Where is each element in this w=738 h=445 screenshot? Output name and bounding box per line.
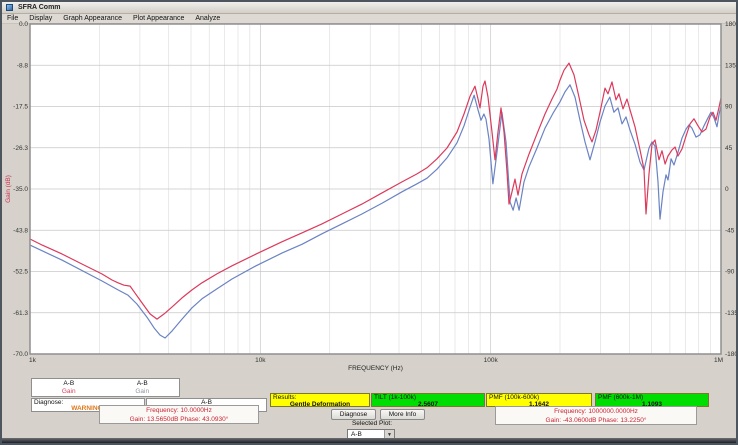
x-tick-label: 1M: [714, 357, 723, 364]
tilt-box: TILT (1k-100k) 2.5607: [371, 393, 485, 407]
y-left-tick-label: -26.3: [13, 145, 28, 152]
tilt-value: 2.5607: [372, 401, 484, 408]
y-left-tick-label: -61.3: [13, 310, 28, 317]
pmf-high-label: PMF (600k-1M): [598, 394, 643, 401]
legend-trace-label: Gain: [62, 388, 76, 396]
legend-plot-name: A-B: [63, 380, 74, 388]
app-window: SFRA Comm File Display Graph Appearance …: [0, 0, 738, 445]
legend-plot-name: A-B: [137, 380, 148, 388]
y-right-tick-label: 90: [725, 104, 733, 111]
pmf-low-box: PMF (100k-600k) 1.1642: [486, 393, 592, 407]
y-left-tick-label: -8.8: [17, 62, 29, 69]
x-tick-label: 10k: [255, 357, 266, 364]
window-bottom-border: [2, 438, 736, 443]
y-right-tick-label: 180: [725, 21, 736, 28]
more-info-button[interactable]: More Info: [380, 409, 425, 420]
results-value: Gentle Deformation: [271, 401, 369, 408]
y-right-tick-label: -45: [725, 227, 735, 234]
legend-box: A-B Gain A-B Gain: [31, 378, 180, 397]
selected-plot-value: A-B: [348, 431, 384, 438]
y-right-tick-label: 45: [725, 145, 733, 152]
x-tick-label: 1k: [29, 357, 37, 364]
cursor-frequency: Frequency: 1000000.0000Hz: [496, 407, 696, 416]
y-right-tick-label: -180: [725, 351, 738, 358]
cursor-readout-right: Frequency: 1000000.0000Hz Gain: -43.0600…: [495, 406, 697, 425]
cursor-readout-left: Frequency: 10.0000Hz Gain: 13.5650dB Pha…: [99, 405, 259, 424]
pmf-high-box: PMF (600k-1M) 1.1093: [595, 393, 709, 407]
legend-trace-label: Gain: [135, 388, 149, 396]
y-left-tick-label: 0.0: [19, 21, 28, 28]
y-left-tick-label: -70.0: [13, 351, 28, 358]
y-left-tick-label: -17.5: [13, 104, 28, 111]
y-right-tick-label: 0: [725, 186, 729, 193]
tilt-label: TILT (1k-100k): [374, 394, 416, 401]
frequency-response-chart[interactable]: 0.0 -8.8 -17.5 -26.3 -35.0 -43.8 -52.5 -61.3 -70…: [2, 2, 738, 377]
legend-entry: A-B Gain: [106, 379, 180, 396]
y-left-tick-label: -43.8: [13, 227, 28, 234]
y-right-tick-label: -135: [725, 310, 738, 317]
cursor-gain-phase: Gain: -43.0600dB Phase: 13.2250°: [496, 416, 696, 425]
pmf-low-label: PMF (100k-600k): [489, 394, 539, 401]
y-right-tick-label: -90: [725, 269, 735, 276]
selected-plot-label: Selected Plot:: [310, 420, 434, 427]
y-axis-title: Gain (dB): [5, 175, 12, 203]
results-label: Results:: [273, 394, 296, 401]
cursor-gain-phase: Gain: 13.5650dB Phase: 43.0930°: [100, 415, 258, 424]
x-axis-title: FREQUENCY (Hz): [348, 365, 403, 372]
legend-entry: A-B Gain: [32, 379, 106, 396]
x-tick-label: 100k: [484, 357, 499, 364]
y-left-tick-label: -35.0: [13, 186, 28, 193]
y-left-tick-label: -52.5: [13, 269, 28, 276]
diagnose-button[interactable]: Diagnose: [331, 409, 376, 420]
results-box: Results: Gentle Deformation: [270, 393, 370, 407]
y-right-tick-label: 135: [725, 62, 736, 69]
cursor-frequency: Frequency: 10.0000Hz: [100, 406, 258, 415]
